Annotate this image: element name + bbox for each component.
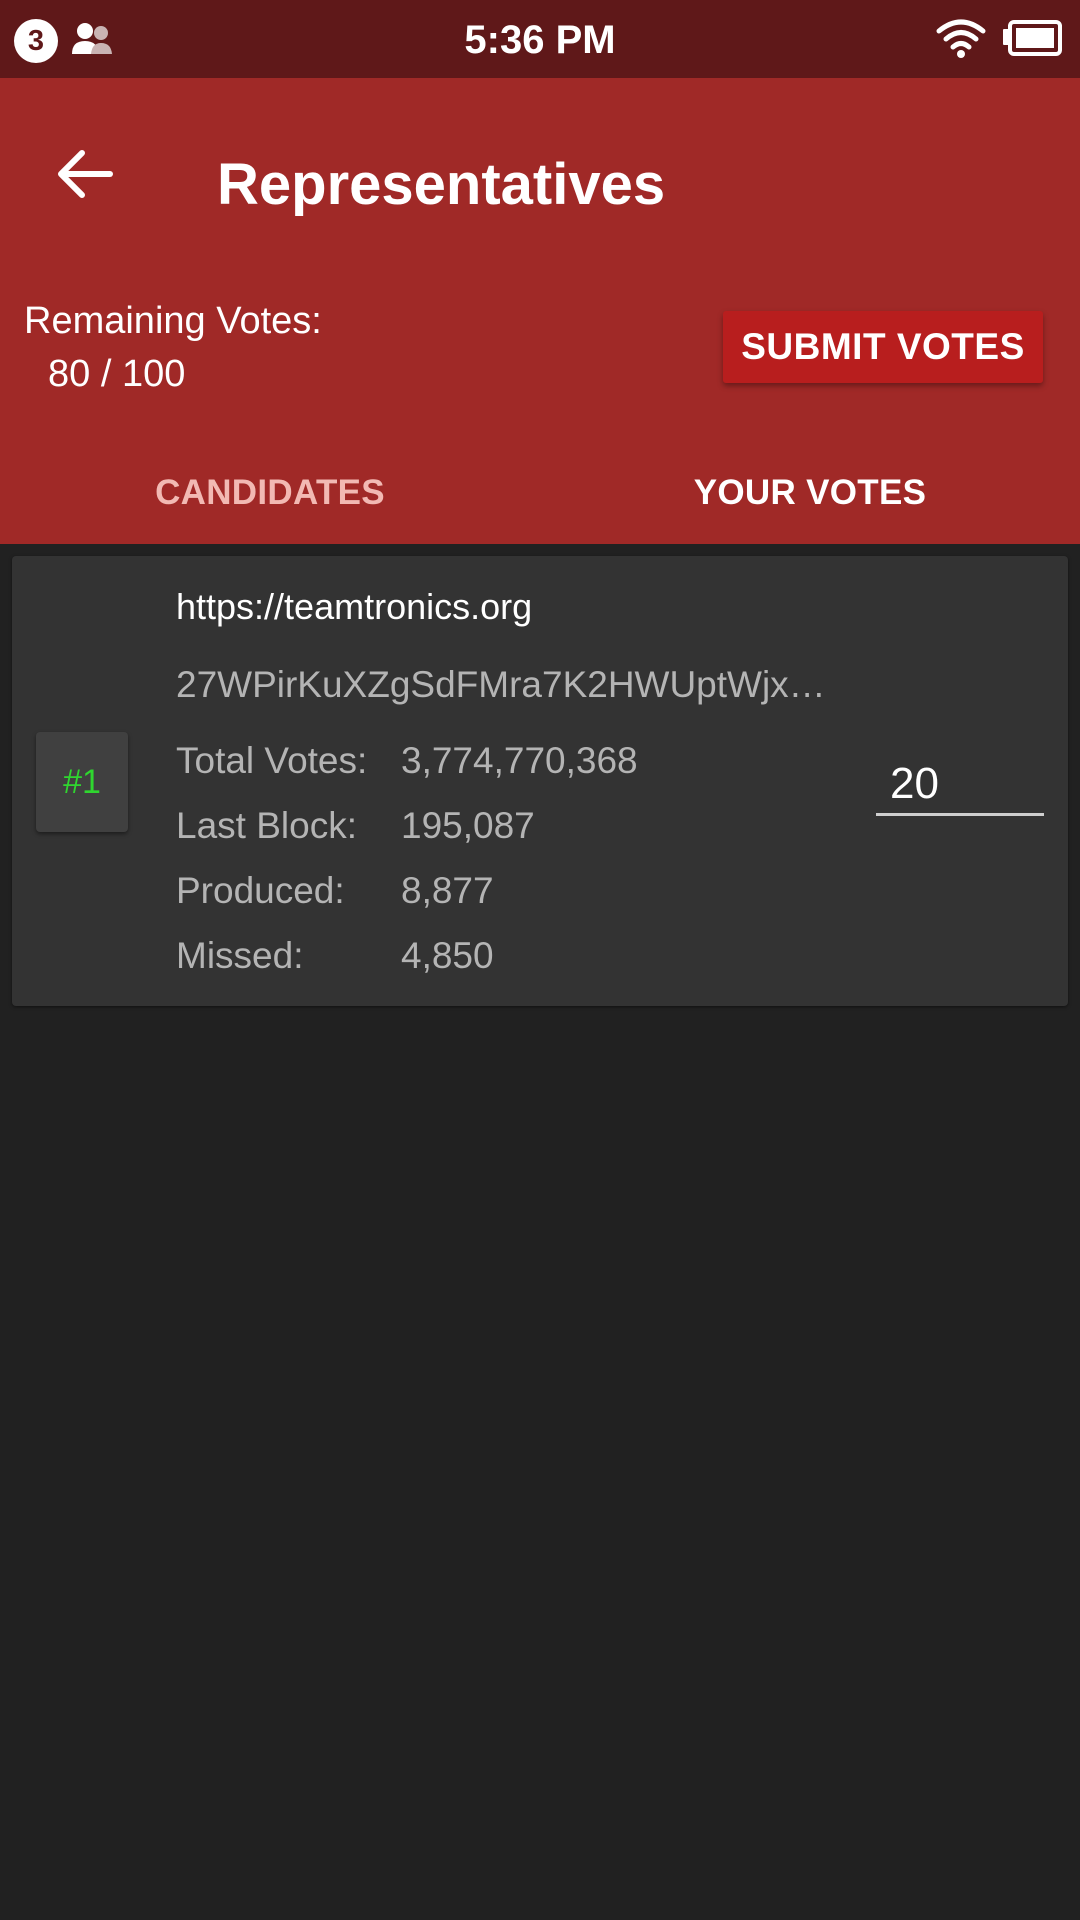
tab-your-votes[interactable]: YOUR VOTES bbox=[540, 458, 1080, 544]
wifi-icon bbox=[936, 19, 986, 58]
tab-bar: CANDIDATES YOUR VOTES bbox=[0, 458, 1080, 544]
total-votes-label: Total Votes: bbox=[176, 740, 368, 781]
remaining-votes-value: 80 / 100 bbox=[48, 353, 186, 395]
tab-candidates[interactable]: CANDIDATES bbox=[0, 458, 540, 544]
arrow-left-icon bbox=[58, 150, 113, 198]
total-votes-value: 3,774,770,368 bbox=[401, 740, 638, 781]
page-title: Representatives bbox=[217, 152, 666, 217]
battery-icon bbox=[1003, 20, 1062, 56]
missed-value: 4,850 bbox=[401, 935, 494, 976]
missed-label: Missed: bbox=[176, 935, 304, 976]
produced-label: Produced: bbox=[176, 870, 345, 911]
produced-value: 8,877 bbox=[401, 870, 494, 911]
submit-votes-button[interactable]: SUBMIT VOTES bbox=[723, 311, 1043, 383]
remaining-votes-label: Remaining Votes: bbox=[24, 300, 322, 342]
rank-badge: #1 bbox=[36, 732, 128, 832]
app-bar: Representatives Remaining Votes: 80 / 10… bbox=[0, 78, 1080, 544]
representative-address: 27WPirKuXZgSdFMra7K2HWUptWjx… bbox=[176, 664, 826, 705]
representative-card[interactable]: #1 https://teamtronics.org 27WPirKuXZgSd… bbox=[12, 556, 1068, 1006]
vote-count-input[interactable] bbox=[876, 754, 1044, 816]
status-time: 5:36 PM bbox=[464, 18, 616, 62]
representative-url: https://teamtronics.org bbox=[176, 586, 533, 627]
status-bar: 3 5:36 PM bbox=[0, 0, 1080, 78]
last-block-label: Last Block: bbox=[176, 805, 357, 846]
back-button[interactable] bbox=[40, 128, 130, 218]
last-block-value: 195,087 bbox=[401, 805, 535, 846]
